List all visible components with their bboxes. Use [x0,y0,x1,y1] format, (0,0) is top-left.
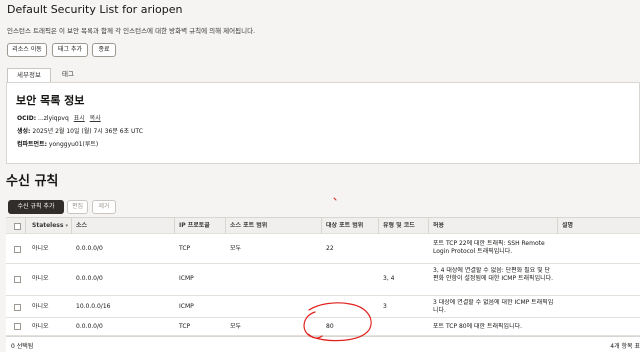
table-row: 아니오 0.0.0.0/0 ICMP 3, 4 3, 4 대상에 연결할 수 없… [6,264,640,296]
table-header: Stateless ▾ 소스 IP 프로토콜 소스 포트 범위 대상 포트 범위 … [6,218,640,234]
type-code-cell: 3, 4 [383,275,395,282]
show-ocid-link[interactable]: 표시 [74,115,85,122]
ocid-label: OCID: [17,115,37,122]
table-row: 아니오 0.0.0.0/0 TCP 모두 80 포트 TCP 80에 대한 트래… [6,318,640,336]
tab-tags[interactable]: 태그 [52,68,84,82]
table-footer: 0 선택됨 4개 항목 표 [6,336,640,352]
compartment-value: yonggyu01(루트) [48,141,99,148]
dest-port-cell: 22 [326,245,334,252]
table-row: 아니오 10.0.0.0/16 ICMP 3 3 대상에 연결할 수 없음에 대… [6,296,640,318]
tab-bar: 세부정보 태그 [0,68,640,82]
item-count: 4개 항목 표 [610,343,640,350]
created-label: 생성: [17,128,31,135]
ingress-heading: 수신 규칙 [6,174,59,189]
stateless-cell: 아니오 [32,245,49,252]
column-header[interactable]: Stateless ▾ [32,222,68,230]
source-cell: 0.0.0.0/0 [76,323,103,330]
row-checkbox[interactable] [14,323,21,330]
allows-cell: 3, 4 대상에 연결할 수 없음: 단편화 필요 및 단편화 안함이 설정됨에… [433,267,554,282]
row-checkbox[interactable] [14,276,21,283]
column-header: 설명 [562,222,574,229]
info-heading: 보안 목록 정보 [16,94,85,107]
ocid-value: ...zlyiqpvq [38,115,69,122]
column-header: 허용 [433,222,445,229]
protocol-cell: ICMP [179,303,194,310]
table-row: 아니오 0.0.0.0/0 TCP 모두 22 포트 TCP 22에 대한 트래… [6,234,640,264]
page-subtitle: 인스턴스 트래픽은 이 보안 목록과 함께 각 인스턴스에 대한 방화벽 규칙에… [7,27,256,35]
column-header: 소스 포트 범위 [230,222,268,229]
copy-ocid-link[interactable]: 복사 [90,115,101,122]
created-value: 2025년 2월 10일 (월) 7시 36분 6초 UTC [32,128,143,135]
details-panel [6,82,640,164]
protocol-cell: TCP [179,245,191,252]
source-port-cell: 모두 [230,245,242,252]
terminate-button[interactable]: 종료 [92,43,116,57]
row-checkbox[interactable] [14,246,21,253]
protocol-cell: ICMP [179,275,194,282]
source-cell: 10.0.0.0/16 [76,303,111,310]
remove-button[interactable]: 제거 [92,200,116,214]
row-checkbox[interactable] [14,304,21,311]
add-ingress-rule-button[interactable]: 수신 규칙 추가 [8,200,64,214]
edit-button[interactable]: 편집 [67,200,88,214]
page: Default Security List for ariopen 인스턴스 트… [0,0,640,352]
ingress-rules-table: Stateless ▾ 소스 IP 프로토콜 소스 포트 범위 대상 포트 범위 … [6,217,640,343]
compartment-row: 컴파트먼트: yonggyu01(루트) [17,139,98,148]
source-cell: 0.0.0.0/0 [76,275,103,282]
source-port-cell: 모두 [230,323,242,330]
allows-cell: 포트 TCP 80에 대한 트래픽입니다. [433,323,523,330]
dest-port-cell: 80 [326,323,334,330]
column-header: IP 프로토콜 [179,222,210,229]
column-header: 대상 포트 범위 [326,222,364,229]
tab-details[interactable]: 세부정보 [7,68,51,82]
created-row: 생성: 2025년 2월 10일 (월) 7시 36분 6초 UTC [17,126,143,135]
ocid-row: OCID: ...zlyiqpvq 표시 복사 [17,113,101,122]
sort-icon: ▾ [65,223,68,229]
add-tag-button[interactable]: 태그 추가 [52,43,88,57]
compartment-label: 컴파트먼트: [17,141,47,148]
allows-cell: 포트 TCP 22에 대한 트래픽: SSH Remote Login Prot… [433,240,545,255]
stateless-cell: 아니오 [32,275,49,282]
page-title: Default Security List for ariopen [7,3,183,16]
stateless-cell: 아니오 [32,303,49,310]
column-header: 소스 [76,222,88,229]
select-all-checkbox[interactable] [14,223,21,230]
source-cell: 0.0.0.0/0 [76,245,103,252]
allows-cell: 3 대상에 연결할 수 없음에 대한 ICMP 트래픽입니다. [433,299,554,314]
protocol-cell: TCP [179,323,191,330]
move-resource-button[interactable]: 리소스 이동 [7,43,47,57]
column-header: 유형 및 코드 [383,222,415,229]
type-code-cell: 3 [383,303,387,310]
stateless-cell: 아니오 [32,323,49,330]
selected-count: 0 선택됨 [11,343,34,350]
